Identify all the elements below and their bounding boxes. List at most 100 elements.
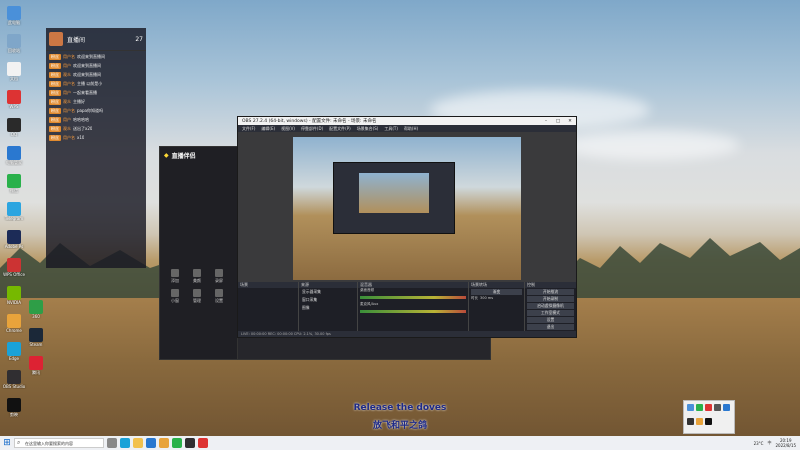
edge-icon[interactable]	[120, 438, 130, 448]
tray-app-icon[interactable]	[714, 404, 721, 411]
source-item[interactable]: 显示器采集	[299, 288, 357, 296]
duration-input[interactable]: 300 ms	[480, 296, 493, 301]
chat-text: 送出了x20	[73, 126, 93, 131]
chat-username[interactable]: 用户	[63, 117, 71, 123]
live-companion-window[interactable]: ◆ 直播伴侣 添加 美颜 录屏 小窗 管理 设置	[159, 146, 239, 360]
start-button[interactable]: ⊞	[0, 436, 14, 450]
desktop-icon[interactable]: 微信	[0, 174, 28, 194]
chat-username[interactable]: 用户名	[63, 54, 75, 60]
desktop-icon[interactable]: 腾讯	[22, 356, 50, 376]
desktop-icon-label: 回收站	[8, 48, 20, 53]
obs-preview[interactable]	[238, 132, 576, 282]
clock[interactable]: 20:19 2022/8/15	[775, 438, 796, 448]
app-icon	[7, 146, 21, 160]
chrome-icon[interactable]	[159, 438, 169, 448]
chat-username[interactable]: 用户名	[63, 108, 75, 114]
taskbar-search[interactable]: 在这里输入你要搜索的内容	[14, 438, 104, 448]
sources-dock[interactable]: 来源 显示器采集 窗口采集 图像	[299, 282, 358, 337]
tray-overflow-popup[interactable]	[683, 400, 735, 434]
minimize-button[interactable]: –	[540, 119, 552, 124]
chat-message: 粉丝 用户 哈哈哈哈	[49, 117, 143, 123]
companion-tool-button[interactable]: 小窗	[164, 287, 186, 307]
source-item[interactable]: 图像	[299, 304, 357, 312]
chat-username[interactable]: 用户名	[63, 81, 75, 87]
weather[interactable]: 23°C	[754, 441, 764, 446]
obs-menu-item[interactable]: 文件(F)	[242, 126, 255, 132]
tray-app-icon[interactable]	[687, 418, 694, 425]
store-icon[interactable]	[146, 438, 156, 448]
obs-title: OBS 27.2.4 (64-bit, windows) - 配置文件: 未命名…	[242, 119, 377, 124]
desktop-audio-meter[interactable]	[360, 296, 466, 299]
chat-username[interactable]: 用户	[63, 63, 71, 69]
close-button[interactable]: ✕	[564, 119, 576, 124]
obs-control-button[interactable]: 启动虚拟摄像机	[527, 303, 574, 309]
obs-menu-item[interactable]: 帮助(H)	[404, 126, 418, 132]
desktop-icon[interactable]: Steam	[22, 328, 50, 347]
companion-tool-button[interactable]: 设置	[208, 287, 230, 307]
desktop-icon[interactable]: QQ	[0, 118, 28, 137]
desktop-icon[interactable]: Telegram	[0, 202, 28, 221]
wechat-icon[interactable]	[172, 438, 182, 448]
obs-menu-item[interactable]: 工具(T)	[384, 126, 398, 132]
chat-username[interactable]: 用户名	[63, 135, 75, 141]
tray-app-icon[interactable]	[696, 418, 703, 425]
obs-control-button[interactable]: 开始推流	[527, 289, 574, 295]
obs-control-button[interactable]: 退出	[527, 324, 574, 330]
mixer-dock[interactable]: 混音器 桌面音频 麦克风/Aux	[358, 282, 469, 337]
chat-username[interactable]: 观众	[63, 126, 71, 132]
obs-taskbar-icon[interactable]	[185, 438, 195, 448]
desktop-icon[interactable]: 电脑管家	[0, 146, 28, 166]
language-indicator[interactable]: 中	[767, 440, 771, 446]
obs-control-button[interactable]: 工作室模式	[527, 310, 574, 316]
obs-menu-item[interactable]: 场景集合(S)	[357, 126, 379, 132]
companion-tool-button[interactable]: 添加	[164, 267, 186, 287]
obs-menu-item[interactable]: 停靠部件(D)	[301, 126, 323, 132]
live-chat-panel[interactable]: 直播间 27 粉丝 用户名 欢迎来到直播间 粉丝 用户 欢迎来到直播间 粉丝 观众 欢迎来到直播…	[46, 28, 146, 268]
obs-control-button[interactable]: 开始录制	[527, 296, 574, 302]
chat-username[interactable]: 观众	[63, 72, 71, 78]
tray-app-icon[interactable]	[723, 404, 730, 411]
tray-app-icon[interactable]	[696, 404, 703, 411]
obs-control-button[interactable]: 设置	[527, 317, 574, 323]
desktop-icon[interactable]: WPS Office	[0, 258, 28, 277]
desktop-icon[interactable]: 360	[22, 300, 50, 319]
obs-menubar: 文件(F) 编辑(E) 视图(V) 停靠部件(D) 配置文件(P) 场景集合(S) 工具(T…	[238, 125, 576, 132]
app-taskbar-icon[interactable]	[198, 438, 208, 448]
tray-app-icon[interactable]	[705, 404, 712, 411]
mic-audio-meter[interactable]	[360, 310, 466, 313]
companion-tool-button[interactable]: 管理	[186, 287, 208, 307]
app-icon	[7, 258, 21, 272]
companion-tool-button[interactable]: 美颜	[186, 267, 208, 287]
source-item[interactable]: 窗口采集	[299, 296, 357, 304]
obs-menu-item[interactable]: 视图(V)	[281, 126, 295, 132]
desktop-icon-label: 腾讯	[32, 370, 40, 375]
controls-dock[interactable]: 控制 开始推流 开始录制 启动虚拟摄像机 工作室模式 设置 退出	[525, 282, 576, 337]
obs-menu-item[interactable]: 配置文件(P)	[329, 126, 351, 132]
tool-label: 小窗	[171, 298, 179, 303]
transitions-dock[interactable]: 场景转场 渐变 时长 300 ms	[469, 282, 525, 337]
desktop-icon[interactable]: WPS	[0, 90, 28, 109]
app-icon	[7, 202, 21, 216]
desktop-icon[interactable]: Adobe Ps	[0, 230, 28, 249]
chat-username[interactable]: 观众	[63, 99, 71, 105]
tray-app-icon[interactable]	[705, 418, 712, 425]
tool-label: 录屏	[215, 278, 223, 283]
chat-username[interactable]: 用户	[63, 90, 71, 96]
companion-tool-button[interactable]: 录屏	[208, 267, 230, 287]
file-explorer-icon[interactable]	[133, 438, 143, 448]
maximize-button[interactable]: □	[552, 119, 564, 124]
tray-app-icon[interactable]	[687, 404, 694, 411]
obs-menu-item[interactable]: 编辑(E)	[261, 126, 275, 132]
desktop-icon[interactable]: 回收站	[0, 34, 28, 54]
desktop-icon[interactable]: 文档	[0, 62, 28, 82]
task-view-icon[interactable]	[107, 438, 117, 448]
tool-icon	[215, 269, 223, 277]
logo-icon: ◆	[164, 151, 169, 159]
app-icon	[7, 6, 21, 20]
desktop-icon[interactable]: 此电脑	[0, 6, 28, 26]
cloud	[560, 130, 740, 160]
scenes-dock[interactable]: 场景	[238, 282, 299, 337]
transition-select[interactable]: 渐变	[471, 289, 522, 295]
obs-window[interactable]: OBS 27.2.4 (64-bit, windows) - 配置文件: 未命名…	[237, 116, 577, 338]
desktop-icon-label: QQ	[10, 132, 18, 137]
